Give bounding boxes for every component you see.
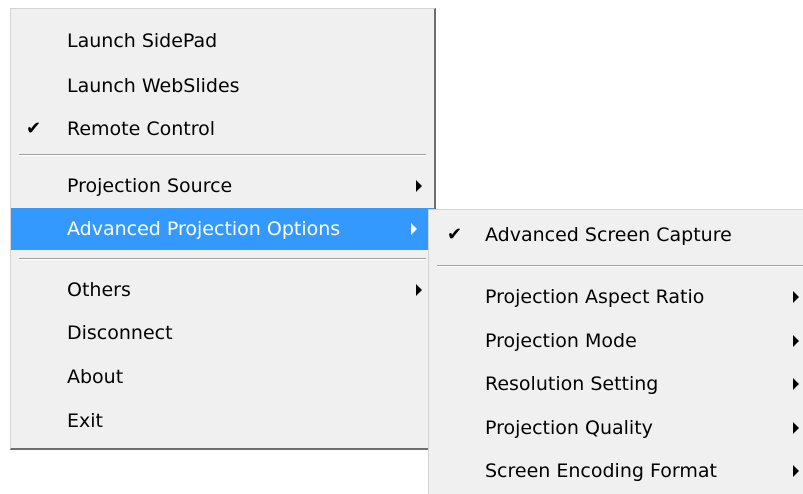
menu-item-exit[interactable]: Exit	[11, 400, 434, 442]
menu-item-label: Exit	[67, 410, 103, 432]
menu-item-launch-webslides[interactable]: Launch WebSlides	[11, 65, 434, 107]
menu-item-label: Projection Aspect Ratio	[485, 286, 705, 308]
submenu-arrow-icon	[411, 223, 417, 235]
submenu-arrow-icon	[793, 465, 799, 477]
menu-item-label: Projection Quality	[485, 417, 653, 439]
submenu-arrow-icon	[793, 422, 799, 434]
submenu-arrow-icon	[793, 291, 799, 303]
menu-item-disconnect[interactable]: Disconnect	[11, 312, 434, 354]
menu-item-label: Screen Encoding Format	[485, 460, 717, 482]
menu-separator	[437, 265, 803, 267]
checkmark-icon: ✔	[447, 224, 463, 245]
menu-item-projection-source[interactable]: Projection Source	[11, 165, 434, 207]
menu-item-label: Advanced Screen Capture	[485, 224, 732, 246]
menu-item-about[interactable]: About	[11, 356, 434, 398]
menu-item-projection-aspect-ratio[interactable]: Projection Aspect Ratio	[429, 276, 803, 318]
menu-item-screen-encoding-format[interactable]: Screen Encoding Format	[429, 450, 803, 492]
advanced-projection-submenu: ✔ Advanced Screen Capture Projection Asp…	[428, 209, 803, 494]
menu-item-others[interactable]: Others	[11, 269, 434, 311]
menu-item-resolution-setting[interactable]: Resolution Setting	[429, 363, 803, 405]
menu-item-remote-control[interactable]: ✔ Remote Control	[11, 108, 434, 150]
menu-separator	[19, 258, 426, 260]
menu-item-label: Launch WebSlides	[67, 75, 240, 97]
menu-separator	[19, 154, 426, 156]
menu-item-label: Projection Source	[67, 175, 233, 197]
menu-item-label: Resolution Setting	[485, 373, 659, 395]
menu-item-label: Advanced Projection Options	[67, 218, 341, 240]
context-menu: Launch SidePad Launch WebSlides ✔ Remote…	[10, 8, 436, 450]
menu-item-label: Others	[67, 279, 131, 301]
menu-item-projection-mode[interactable]: Projection Mode	[429, 320, 803, 362]
submenu-arrow-icon	[416, 284, 422, 296]
menu-item-label: Launch SidePad	[67, 30, 218, 52]
menu-item-label: About	[67, 366, 124, 388]
submenu-arrow-icon	[793, 378, 799, 390]
menu-item-projection-quality[interactable]: Projection Quality	[429, 407, 803, 449]
menu-item-label: Remote Control	[67, 118, 216, 140]
menu-item-advanced-projection-options[interactable]: Advanced Projection Options	[11, 208, 434, 250]
menu-item-advanced-screen-capture[interactable]: ✔ Advanced Screen Capture	[429, 214, 803, 256]
menu-item-launch-sidepad[interactable]: Launch SidePad	[11, 20, 434, 62]
submenu-arrow-icon	[416, 180, 422, 192]
menu-item-label: Disconnect	[67, 322, 173, 344]
menu-item-label: Projection Mode	[485, 330, 637, 352]
checkmark-icon: ✔	[26, 118, 42, 139]
submenu-arrow-icon	[793, 335, 799, 347]
